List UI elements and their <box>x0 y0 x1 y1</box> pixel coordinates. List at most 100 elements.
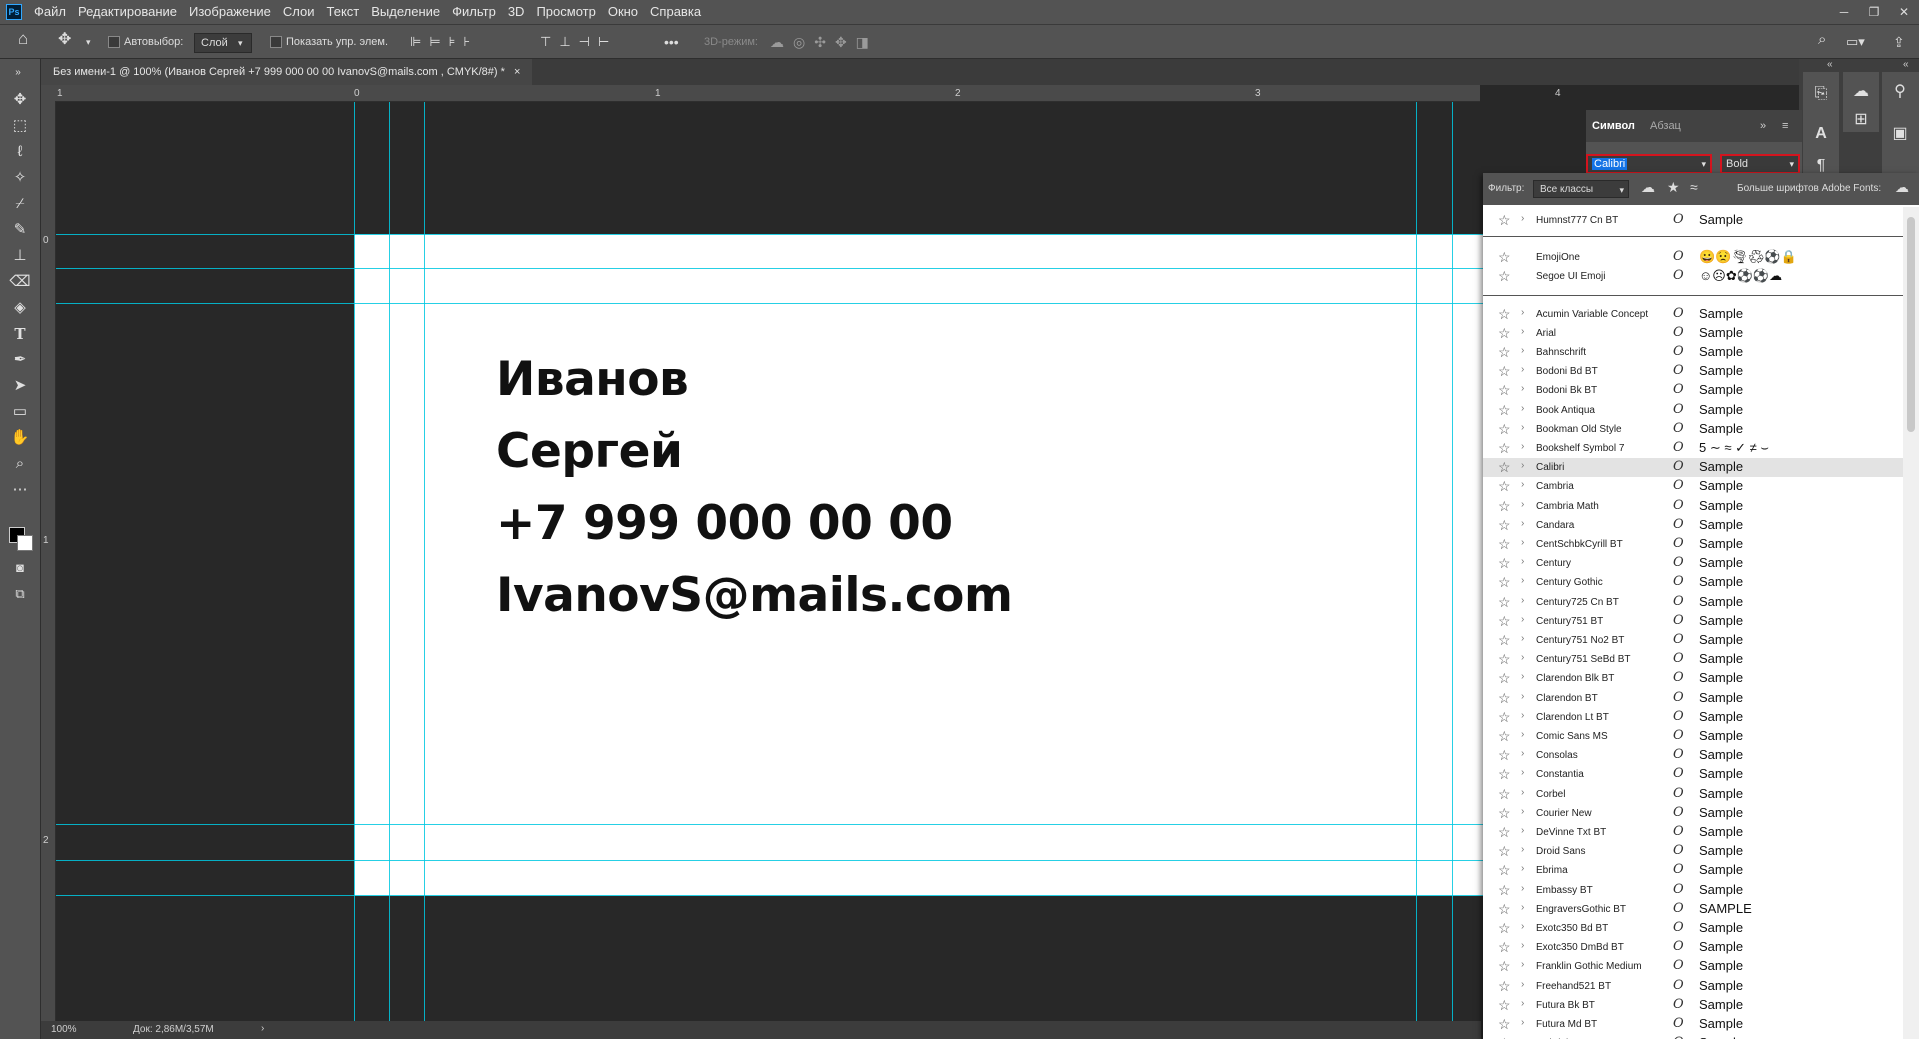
learn-icon[interactable]: ⚲ <box>1888 80 1912 104</box>
rectangle-tool-icon[interactable]: ▭ <box>8 401 32 423</box>
expand-chevron-icon[interactable]: › <box>1521 748 1524 759</box>
favorite-star-icon[interactable]: ☆ <box>1498 747 1511 763</box>
expand-chevron-icon[interactable]: › <box>1521 844 1524 855</box>
home-icon[interactable]: ⌂ <box>18 30 28 48</box>
autoselect-checkbox[interactable]: Автовыбор: <box>108 33 183 51</box>
favorite-star-icon[interactable]: ☆ <box>1498 728 1511 744</box>
move-tool-icon[interactable]: ✥ <box>8 89 32 111</box>
autoselect-dropdown[interactable]: Слой ▾ <box>194 33 252 53</box>
panel-expand-icon[interactable]: » <box>1760 118 1766 134</box>
path-selection-icon[interactable]: ➤ <box>8 375 32 397</box>
font-list-item[interactable]: ☆ › Franklin Gothic Medium O Sample <box>1483 957 1903 976</box>
zoom-tool-icon[interactable]: ⌕ <box>8 453 32 475</box>
status-menu-icon[interactable]: › <box>261 1023 264 1034</box>
font-list-item[interactable]: ☆ › Ebrima O Sample <box>1483 861 1903 880</box>
collapse-icon[interactable]: « <box>1903 59 1909 70</box>
favorite-star-icon[interactable]: ☆ <box>1498 901 1511 917</box>
menu-item[interactable]: Справка <box>644 0 707 24</box>
favorite-star-icon[interactable]: ☆ <box>1498 709 1511 725</box>
font-list-item[interactable]: ☆ › Droid Sans O Sample <box>1483 842 1903 861</box>
favorite-star-icon[interactable]: ☆ <box>1498 1035 1511 1039</box>
favorite-star-icon[interactable]: ☆ <box>1498 997 1511 1013</box>
show-transform-checkbox[interactable]: Показать упр. элем. <box>270 33 388 51</box>
favorite-star-icon[interactable]: ☆ <box>1498 363 1511 379</box>
expand-chevron-icon[interactable]: › <box>1521 499 1524 510</box>
menu-item[interactable]: Слои <box>277 0 321 24</box>
expand-chevron-icon[interactable]: › <box>1521 537 1524 548</box>
font-list-item[interactable]: ☆ › Corbel O Sample <box>1483 785 1903 804</box>
font-list-item[interactable]: ☆ › Century725 Cn BT O Sample <box>1483 593 1903 612</box>
libraries-icon[interactable]: ▣ <box>1888 122 1912 146</box>
font-list-item[interactable]: ☆ › Century751 SeBd BT O Sample <box>1483 650 1903 669</box>
font-list-item[interactable]: ☆ › EngraversGothic BT O SAMPLE <box>1483 900 1903 919</box>
favorite-star-icon[interactable]: ☆ <box>1498 651 1511 667</box>
expand-chevron-icon[interactable]: › <box>1521 825 1524 836</box>
expand-chevron-icon[interactable]: › <box>1521 345 1524 356</box>
3d-mode-icons[interactable]: ☁◎✣✥◨ <box>770 33 878 51</box>
font-list-item[interactable]: ☆ › Constantia O Sample <box>1483 765 1903 784</box>
expand-chevron-icon[interactable]: › <box>1521 575 1524 586</box>
favorite-star-icon[interactable]: ☆ <box>1498 536 1511 552</box>
expand-chevron-icon[interactable]: › <box>1521 787 1524 798</box>
font-list-item[interactable]: ☆ › Embassy BT O Sample <box>1483 881 1903 900</box>
favorite-star-icon[interactable]: ☆ <box>1498 306 1511 322</box>
stamp-tool-icon[interactable]: ⊥ <box>8 245 32 267</box>
expand-chevron-icon[interactable]: › <box>1521 710 1524 721</box>
expand-chevron-icon[interactable]: › <box>1521 806 1524 817</box>
font-list-item[interactable]: ☆ › Candara O Sample <box>1483 516 1903 535</box>
align-icons[interactable]: ⊫⊨⊧⊦ <box>410 33 478 51</box>
font-list-item[interactable]: ☆ › Freehand521 BT O Sample <box>1483 977 1903 996</box>
font-list-item[interactable]: ☆ › Bookman Old Style O Sample <box>1483 420 1903 439</box>
favorite-star-icon[interactable]: ☆ <box>1498 402 1511 418</box>
favorite-star-icon[interactable]: ☆ <box>1498 843 1511 859</box>
expand-chevron-icon[interactable]: › <box>1521 213 1524 224</box>
guide-line[interactable] <box>56 860 1484 861</box>
menu-item[interactable]: Изображение <box>183 0 277 24</box>
favorite-star-icon[interactable]: ☆ <box>1498 459 1511 475</box>
menu-item[interactable]: Окно <box>602 0 644 24</box>
tab-paragraph[interactable]: Абзац <box>1650 118 1681 134</box>
font-list-item[interactable]: ☆ › Futura Md BT O Sample <box>1483 1015 1903 1034</box>
close-tab-icon[interactable]: × <box>514 66 520 78</box>
font-list-item[interactable]: ☆ › Consolas O Sample <box>1483 746 1903 765</box>
expand-chevron-icon[interactable]: › <box>1521 364 1524 375</box>
eyedropper-icon[interactable]: ⌿ <box>8 193 32 215</box>
menu-item[interactable]: Текст <box>321 0 366 24</box>
menu-item[interactable]: Выделение <box>365 0 446 24</box>
expand-chevron-icon[interactable]: › <box>1521 959 1524 970</box>
pen-tool-icon[interactable]: ✒ <box>8 349 32 371</box>
font-list-item[interactable]: ☆ › Century Gothic O Sample <box>1483 573 1903 592</box>
expand-chevron-icon[interactable]: › <box>1521 441 1524 452</box>
expand-chevron-icon[interactable]: › <box>1521 383 1524 394</box>
ruler-origin[interactable] <box>41 85 55 101</box>
expand-chevron-icon[interactable]: › <box>1521 691 1524 702</box>
guide-line[interactable] <box>56 234 1484 235</box>
collapse-icon[interactable]: « <box>1827 59 1833 70</box>
font-list-item[interactable]: ☆ › Century751 BT O Sample <box>1483 612 1903 631</box>
expand-chevron-icon[interactable]: › <box>1521 326 1524 337</box>
scrollbar-thumb[interactable] <box>1907 217 1915 432</box>
table-icon[interactable]: ⊞ <box>1849 108 1873 132</box>
font-list-item[interactable]: ☆ › Comic Sans MS O Sample <box>1483 727 1903 746</box>
marquee-tool-icon[interactable]: ⬚ <box>8 115 32 137</box>
guide-line[interactable] <box>56 824 1484 825</box>
close-window-icon[interactable]: ✕ <box>1889 0 1919 24</box>
paint-bucket-icon[interactable]: ◈ <box>8 297 32 319</box>
tab-character[interactable]: Символ <box>1592 118 1635 134</box>
vertical-ruler[interactable]: 0 1 2 <box>41 101 56 1021</box>
favorite-star-icon[interactable]: ☆ <box>1498 805 1511 821</box>
cloud-icon[interactable]: ☁ <box>1849 80 1873 104</box>
favorite-star-icon[interactable]: ☆ <box>1498 958 1511 974</box>
more-options-button[interactable]: ••• <box>664 33 679 51</box>
expand-chevron-icon[interactable]: › <box>1521 767 1524 778</box>
expand-chevron-icon[interactable]: › <box>1521 479 1524 490</box>
favorite-star-icon[interactable]: ☆ <box>1498 478 1511 494</box>
expand-chevron-icon[interactable]: › <box>1521 1017 1524 1028</box>
expand-chevron-icon[interactable]: › <box>1521 422 1524 433</box>
favorite-star-icon[interactable]: ☆ <box>1498 212 1511 228</box>
favorite-star-icon[interactable]: ☆ <box>1498 249 1511 265</box>
expand-chevron-icon[interactable]: › <box>1521 556 1524 567</box>
expand-chevron-icon[interactable]: › <box>1521 595 1524 606</box>
expand-chevron-icon[interactable]: › <box>1521 403 1524 414</box>
font-list-item[interactable]: ☆ › Exotc350 DmBd BT O Sample <box>1483 938 1903 957</box>
